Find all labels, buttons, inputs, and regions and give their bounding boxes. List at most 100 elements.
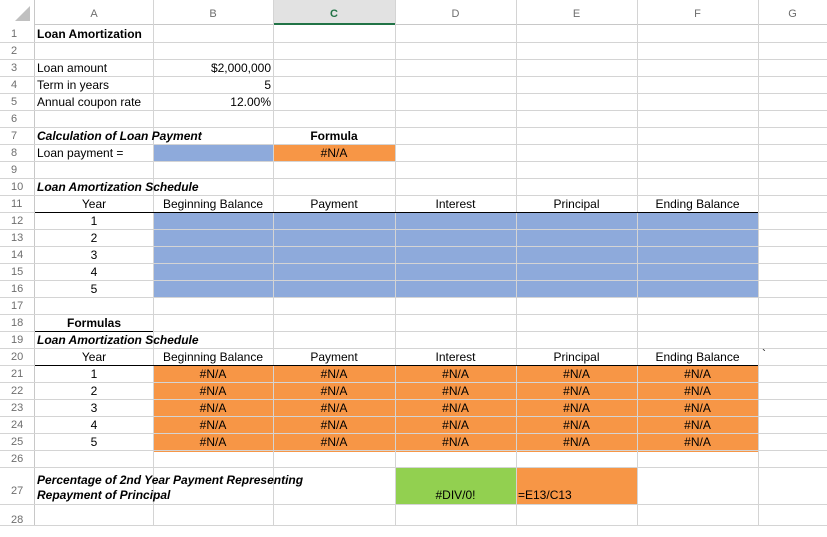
row-header[interactable]: 18 — [0, 314, 34, 331]
formulas-year: 4 — [90, 418, 98, 432]
formulas-cell-interest[interactable]: #N/A — [395, 383, 516, 400]
formulas-cell-principal[interactable]: #N/A — [516, 366, 637, 383]
formulas-cell-beginning-balance[interactable]: #N/A — [153, 400, 273, 417]
stray-mark: ` — [762, 347, 766, 361]
formulas-cell-payment[interactable]: #N/A — [273, 417, 395, 434]
row-header[interactable]: 21 — [0, 365, 34, 382]
schedule-year: 1 — [90, 214, 98, 228]
row-header[interactable]: 24 — [0, 416, 34, 433]
row-header[interactable]: 17 — [0, 297, 34, 314]
formulas-cell-principal[interactable]: #N/A — [516, 383, 637, 400]
formulas-cell-interest[interactable]: #N/A — [395, 434, 516, 451]
percentage-label-line2: Repayment of Principal — [37, 488, 171, 502]
row-header[interactable]: 20 — [0, 348, 34, 365]
row-header[interactable]: 28 — [0, 504, 34, 526]
loan-payment-label: Loan payment = — [37, 146, 124, 160]
formulas-header-ending-balance: Ending Balance — [655, 350, 740, 364]
row-header[interactable]: 15 — [0, 263, 34, 280]
row-gridline — [0, 59, 827, 60]
row-header[interactable]: 14 — [0, 246, 34, 263]
row-header[interactable]: 19 — [0, 331, 34, 348]
row-gridline — [0, 525, 827, 526]
rate-value[interactable]: 12.00% — [153, 94, 271, 111]
row-header[interactable]: 12 — [0, 212, 34, 229]
formulas-cell-interest[interactable]: #N/A — [395, 400, 516, 417]
row-header[interactable]: 26 — [0, 450, 34, 467]
column-header-d[interactable]: D — [395, 0, 516, 25]
row-header[interactable]: 1 — [0, 25, 34, 42]
formulas-cell-beginning-balance[interactable]: #N/A — [153, 417, 273, 434]
formulas-year: 3 — [90, 401, 98, 415]
formulas-header-beginning-balance: Beginning Balance — [162, 350, 264, 364]
formulas-cell-payment[interactable]: #N/A — [273, 383, 395, 400]
row-header[interactable]: 25 — [0, 433, 34, 450]
formulas-cell-principal[interactable]: #N/A — [516, 434, 637, 451]
formulas-cell-payment[interactable]: #N/A — [273, 400, 395, 417]
term-label: Term in years — [37, 78, 110, 92]
row-header[interactable]: 13 — [0, 229, 34, 246]
row-header[interactable]: 5 — [0, 93, 34, 110]
row-header[interactable]: 9 — [0, 161, 34, 178]
row-header[interactable]: 11 — [0, 195, 34, 212]
schedule-header-principal: Principal — [553, 197, 600, 211]
column-header-b[interactable]: B — [153, 0, 273, 25]
formulas-cell-beginning-balance[interactable]: #N/A — [153, 383, 273, 400]
row-header[interactable]: 8 — [0, 144, 34, 161]
loan-payment-input-cell[interactable] — [153, 144, 273, 161]
schedule-year: 4 — [90, 265, 98, 279]
row-header[interactable]: 27 — [0, 467, 34, 504]
formulas-header-interest: Interest — [435, 350, 476, 364]
row-header[interactable]: 3 — [0, 59, 34, 76]
loan-payment-formula-value: #N/A — [320, 146, 348, 160]
formulas-year: 2 — [90, 384, 98, 398]
row-gridline — [0, 467, 827, 468]
schedule-year: 5 — [90, 282, 98, 296]
formulas-header-year: Year — [81, 350, 107, 364]
formulas-cell-interest[interactable]: #N/A — [395, 366, 516, 383]
formulas-cell-ending-balance[interactable]: #N/A — [637, 434, 758, 451]
select-all-triangle-icon — [15, 6, 30, 21]
percentage-value: #DIV/0! — [435, 488, 476, 502]
formulas-cell-beginning-balance[interactable]: #N/A — [153, 366, 273, 383]
payment-heading: Calculation of Loan Payment — [37, 129, 202, 143]
select-all-corner[interactable] — [0, 0, 34, 25]
sheet-title: Loan Amortization — [37, 27, 142, 41]
row-header[interactable]: 10 — [0, 178, 34, 195]
formulas-header-principal: Principal — [553, 350, 600, 364]
formulas-cell-principal[interactable]: #N/A — [516, 400, 637, 417]
schedule-header-payment: Payment — [310, 197, 358, 211]
row-header[interactable]: 4 — [0, 76, 34, 93]
formulas-cell-beginning-balance[interactable]: #N/A — [153, 434, 273, 451]
spreadsheet-grid: A B C D E F G 1 2 3 4 5 6 7 8 9 10 11 12 13 14 15 16 17 1… — [0, 0, 827, 526]
formulas-cell-payment[interactable]: #N/A — [273, 434, 395, 451]
row-header[interactable]: 16 — [0, 280, 34, 297]
formulas-cell-ending-balance[interactable]: #N/A — [637, 417, 758, 434]
column-header-f[interactable]: F — [637, 0, 758, 25]
loan-amount-value[interactable]: $2,000,000 — [153, 60, 271, 77]
percentage-formula: =E13/C13 — [518, 488, 572, 502]
column-header-a[interactable]: A — [35, 0, 153, 25]
formulas-cell-ending-balance[interactable]: #N/A — [637, 383, 758, 400]
formulas-year: 1 — [90, 367, 98, 381]
schedule-heading: Loan Amortization Schedule — [37, 180, 199, 194]
row-header[interactable]: 22 — [0, 382, 34, 399]
formulas-cell-principal[interactable]: #N/A — [516, 417, 637, 434]
formulas-cell-payment[interactable]: #N/A — [273, 366, 395, 383]
row-header[interactable]: 2 — [0, 42, 34, 59]
row-header[interactable]: 7 — [0, 127, 34, 144]
formulas-cell-ending-balance[interactable]: #N/A — [637, 400, 758, 417]
formulas-heading: Loan Amortization Schedule — [37, 333, 199, 347]
formulas-header-payment: Payment — [310, 350, 358, 364]
column-header-e[interactable]: E — [516, 0, 637, 25]
row-header[interactable]: 6 — [0, 110, 34, 127]
column-header-c[interactable]: C — [273, 0, 395, 25]
row-header[interactable]: 23 — [0, 399, 34, 416]
formulas-cell-interest[interactable]: #N/A — [395, 417, 516, 434]
formulas-cell-ending-balance[interactable]: #N/A — [637, 366, 758, 383]
term-value[interactable]: 5 — [153, 77, 271, 94]
schedule-input-area[interactable] — [153, 212, 758, 298]
row-gridline — [0, 76, 827, 77]
rate-label: Annual coupon rate — [37, 95, 142, 109]
schedule-year: 2 — [90, 231, 98, 245]
column-header-g[interactable]: G — [758, 0, 827, 25]
